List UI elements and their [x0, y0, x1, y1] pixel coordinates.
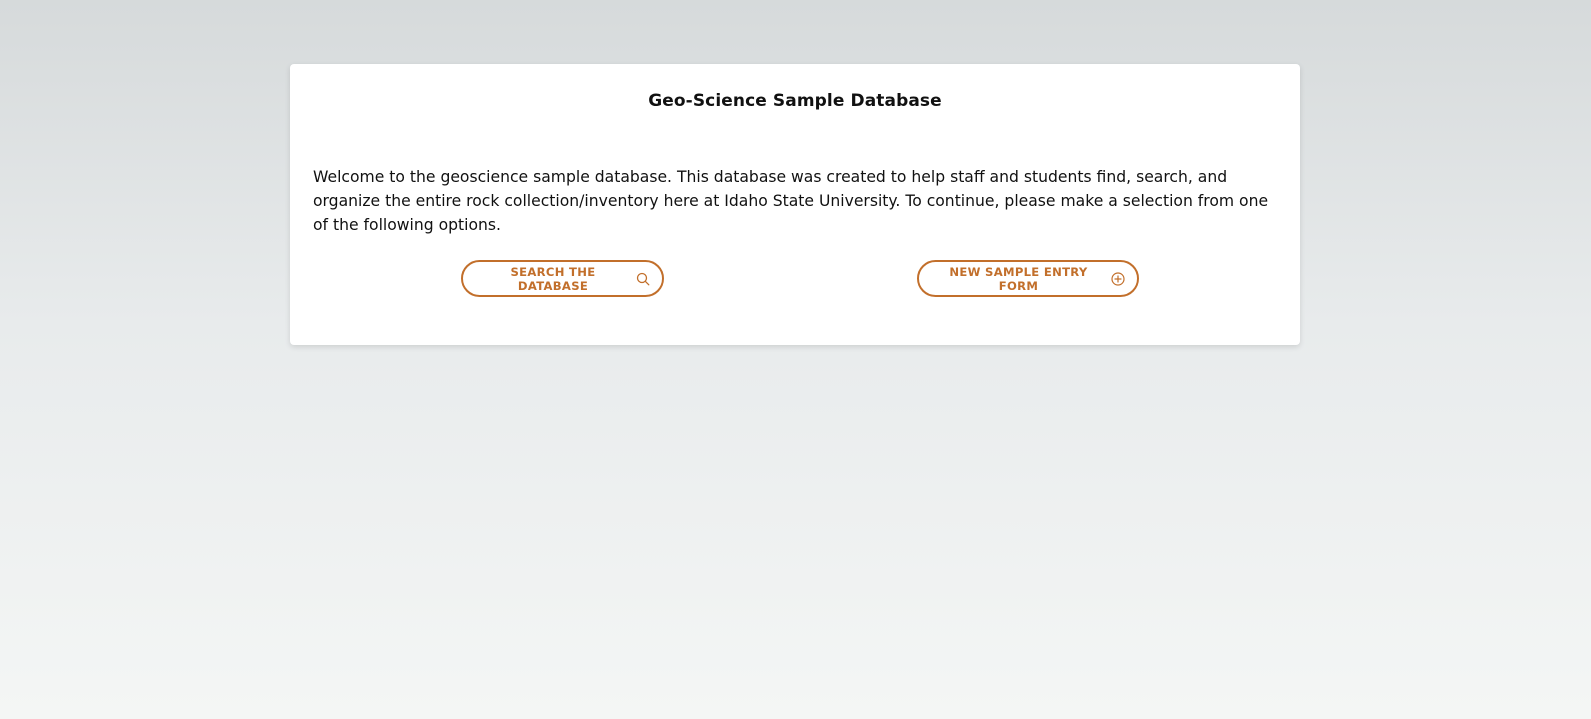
search-database-button[interactable]: SEARCH THE DATABASE: [461, 260, 664, 297]
search-icon: [636, 272, 650, 286]
search-database-label: SEARCH THE DATABASE: [510, 264, 596, 293]
intro-text: Welcome to the geoscience sample databas…: [313, 168, 1269, 234]
new-sample-entry-label: NEW SAMPLE ENTRY FORM: [949, 264, 1088, 293]
page-title: Geo-Science Sample Database: [648, 91, 942, 111]
new-sample-entry-button[interactable]: NEW SAMPLE ENTRY FORM: [917, 260, 1139, 297]
plus-circle-icon: [1111, 271, 1125, 286]
welcome-card: Geo-Science Sample Database Welcome to t…: [290, 64, 1300, 345]
